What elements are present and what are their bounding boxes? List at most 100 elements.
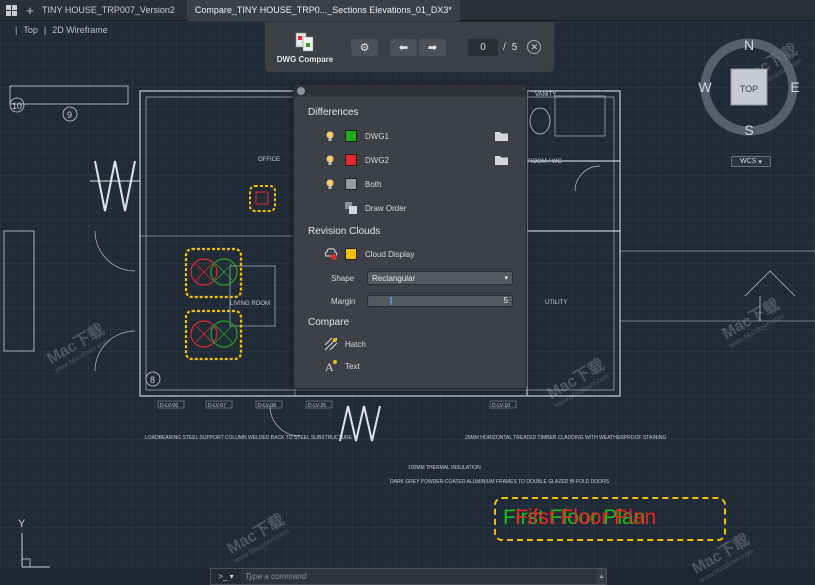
folder-icon[interactable]	[495, 155, 508, 165]
viewport-controls[interactable]: | Top | 2D Wireframe	[12, 25, 111, 35]
grid-label-10: 10	[12, 101, 22, 111]
both-label: Both	[365, 179, 382, 189]
cloud-display-icon[interactable]	[324, 247, 338, 261]
dwg2-label: DWG2	[365, 155, 389, 165]
ucs-icon: Y	[18, 518, 50, 568]
tab-bar: + TINY HOUSE_TRP007_Version2 Compare_TIN…	[0, 0, 815, 21]
compass-south[interactable]: S	[744, 122, 753, 138]
gear-icon: ⚙	[359, 41, 370, 54]
command-input[interactable]: Type a command	[241, 572, 597, 581]
command-history-scroll[interactable]: ▲	[597, 569, 606, 584]
tab-compare-drawing[interactable]: Compare_TINY HOUSE_TRP0..._Sections Elev…	[186, 0, 460, 21]
plan-title-dwg2: Fifst Floor Plan	[515, 506, 657, 529]
lightbulb-icon[interactable]	[326, 155, 334, 166]
new-tab-plus-icon[interactable]: +	[22, 3, 38, 18]
dwg2-color-swatch[interactable]	[345, 154, 357, 166]
shape-dropdown-value: Rectangular	[372, 273, 416, 283]
draw-order-label: Draw Order	[365, 203, 407, 213]
dwg1-color-swatch[interactable]	[345, 130, 357, 142]
room-label-vanity: VANITY	[535, 92, 556, 98]
close-compare-button[interactable]: ✕	[527, 40, 542, 54]
previous-change-button[interactable]: ⬅	[390, 38, 417, 56]
panel-header[interactable]	[294, 85, 526, 97]
compass-east[interactable]: E	[790, 79, 799, 95]
margin-row: Margin 5	[294, 293, 528, 309]
differences-title: Differences	[308, 107, 359, 118]
hatch-label: Hatch	[345, 339, 366, 349]
viewcube[interactable]: TOP N S E W	[697, 30, 802, 170]
dwg2-row: DWG2	[294, 152, 528, 168]
text-compare-icon: A	[325, 360, 337, 373]
grid-menu-icon[interactable]	[0, 0, 22, 21]
note-timber-cladding: 25MM HORIZONTAL TREATED TIMBER CLADDING …	[465, 435, 666, 441]
lightbulb-icon[interactable]	[326, 179, 334, 190]
chevron-down-icon: ▾	[758, 158, 762, 166]
dwg1-label: DWG1	[365, 131, 389, 141]
cloud-display-label: Cloud Display	[365, 249, 415, 259]
dwg-compare-label: DWG Compare	[276, 54, 334, 64]
command-prompt-button[interactable]: >_ ▾	[211, 569, 241, 584]
margin-label: Margin	[331, 296, 356, 306]
arrow-left-icon: ⬅	[398, 41, 409, 54]
cloud-display-row: Cloud Display	[294, 246, 528, 262]
change-index-separator: /	[503, 41, 506, 53]
draw-order-row[interactable]: Draw Order	[294, 200, 528, 216]
text-row[interactable]: A Text	[294, 358, 528, 374]
room-label-room-wc: ROOM / WC	[528, 159, 562, 165]
room-label-utility: UTILITY	[545, 300, 567, 306]
view-name-label[interactable]: Top	[20, 25, 41, 35]
room-label-office: OFFICE	[258, 157, 280, 163]
settings-gear-button[interactable]: ⚙	[351, 38, 378, 56]
draw-order-icon	[345, 202, 357, 214]
change-index-input[interactable]: 0	[468, 38, 498, 56]
lv-tag-08: D-LV-08	[258, 403, 276, 409]
cloud-color-swatch[interactable]	[345, 248, 357, 260]
compare-settings-panel: Differences DWG1 DWG2 Both Draw Order Re…	[293, 84, 527, 389]
compass-west[interactable]: W	[698, 79, 712, 95]
note-steel-column: LOADBEARING STEEL SUPPORT COLUMN WELDED …	[145, 435, 353, 441]
note-aluminium-frames: DARK GREY POWDER-COATED ALUMINIUM FRAMES…	[390, 479, 610, 485]
visual-style-label[interactable]: 2D Wireframe	[49, 25, 111, 35]
tab-tiny-house-version2[interactable]: TINY HOUSE_TRP007_Version2	[38, 0, 187, 21]
margin-slider-thumb[interactable]	[390, 297, 392, 305]
next-change-button[interactable]: ➡	[419, 38, 446, 56]
folder-icon[interactable]	[495, 131, 508, 141]
wcs-dropdown[interactable]: WCS ▾	[731, 156, 771, 167]
note-insulation: 100MM THERMAL INSULATION	[408, 465, 481, 471]
both-color-swatch[interactable]	[345, 178, 357, 190]
svg-text:A: A	[325, 360, 334, 373]
text-label: Text	[345, 361, 360, 371]
compare-toolbar: DWG Compare ⚙ ⬅ ➡ 0 / 5 ✕	[264, 21, 555, 73]
dwg1-row: DWG1	[294, 128, 528, 144]
compass-north[interactable]: N	[744, 37, 754, 53]
shape-dropdown[interactable]: Rectangular ▾	[367, 271, 513, 285]
hatch-icon	[324, 337, 338, 351]
viewcube-top-face[interactable]: TOP	[740, 84, 758, 94]
shape-label: Shape	[331, 273, 355, 283]
margin-value: 5	[503, 296, 508, 305]
lv-tag-06: D-LV-06	[160, 403, 178, 409]
dwg-compare-icon	[295, 32, 314, 51]
wcs-label: WCS	[740, 158, 757, 165]
arrow-right-icon: ➡	[427, 41, 438, 54]
lv-tag-25: D-LV-25	[308, 403, 326, 409]
chevron-down-icon: ▾	[504, 275, 508, 282]
margin-slider[interactable]: 5	[367, 295, 513, 307]
lv-tag-07: D-LV-07	[208, 403, 226, 409]
change-total-count: 5	[511, 41, 518, 53]
lightbulb-icon[interactable]	[326, 131, 334, 142]
compare-section-title: Compare	[308, 317, 350, 328]
grid-label-8: 8	[150, 375, 155, 385]
command-line: >_ ▾ Type a command ▲	[210, 568, 607, 585]
revision-clouds-title: Revision Clouds	[308, 226, 381, 237]
room-label-living-room: LIVING ROOM	[230, 301, 270, 307]
hatch-row[interactable]: Hatch	[294, 336, 528, 352]
shape-row: Shape Rectangular ▾	[294, 270, 528, 286]
close-icon: ✕	[530, 41, 539, 52]
ucs-y-label: Y	[18, 518, 26, 530]
grid-label-9: 9	[67, 110, 72, 120]
panel-close-dot[interactable]	[297, 87, 305, 95]
both-row: Both	[294, 176, 528, 192]
lv-tag-10: D-LV-10	[492, 403, 510, 409]
dwg-compare-button[interactable]: DWG Compare	[265, 22, 345, 72]
